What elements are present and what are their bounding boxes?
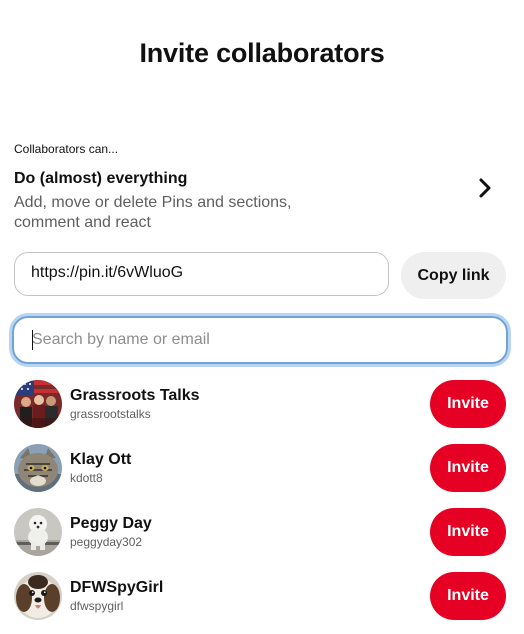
user-row: DFWSpyGirl dfwspygirl Invite <box>0 568 524 632</box>
text-caret <box>32 330 33 350</box>
user-handle: grassrootstalks <box>70 407 151 421</box>
chevron-right-icon <box>479 178 491 198</box>
user-list: Grassroots Talks grassrootstalks Invite <box>0 376 524 632</box>
user-row: Klay Ott kdott8 Invite <box>0 440 524 504</box>
user-name: Grassroots Talks <box>70 387 200 404</box>
invite-button[interactable]: Invite <box>430 380 506 428</box>
user-handle: dfwspygirl <box>70 599 124 613</box>
share-link-field[interactable] <box>14 252 389 296</box>
copy-link-button[interactable]: Copy link <box>401 252 506 299</box>
modal-title: Invite collaborators <box>139 38 385 68</box>
permission-description: Add, move or delete Pins and sections, c… <box>14 194 292 231</box>
avatar[interactable] <box>14 380 62 428</box>
cat-avatar-image <box>14 444 62 492</box>
invite-button[interactable]: Invite <box>430 508 506 556</box>
user-handle: kdott8 <box>70 471 103 485</box>
grassroots-avatar-image <box>14 380 62 428</box>
user-handle: peggyday302 <box>70 535 143 549</box>
avatar[interactable] <box>14 572 62 620</box>
invite-button[interactable]: Invite <box>430 444 506 492</box>
search-field[interactable] <box>12 316 508 364</box>
shih-tzu-avatar-image <box>14 572 62 620</box>
white-dog-avatar-image <box>14 508 62 556</box>
invite-collaborators-modal: Invite collaborators Collaborators can..… <box>0 0 524 634</box>
permission-level: Do (almost) everything <box>14 170 188 187</box>
permissions-selector[interactable]: Do (almost) everything Add, move or dele… <box>0 166 524 236</box>
invite-button[interactable]: Invite <box>430 572 506 620</box>
permissions-caption: Collaborators can... <box>14 142 119 156</box>
avatar[interactable] <box>14 444 62 492</box>
user-row: Peggy Day peggyday302 Invite <box>0 504 524 568</box>
avatar[interactable] <box>14 508 62 556</box>
user-row: Grassroots Talks grassrootstalks Invite <box>0 376 524 440</box>
user-name: DFWSpyGirl <box>70 579 164 596</box>
search-input[interactable] <box>32 318 492 362</box>
user-name: Klay Ott <box>70 451 132 468</box>
user-name: Peggy Day <box>70 515 152 532</box>
share-link-input[interactable] <box>31 253 371 293</box>
